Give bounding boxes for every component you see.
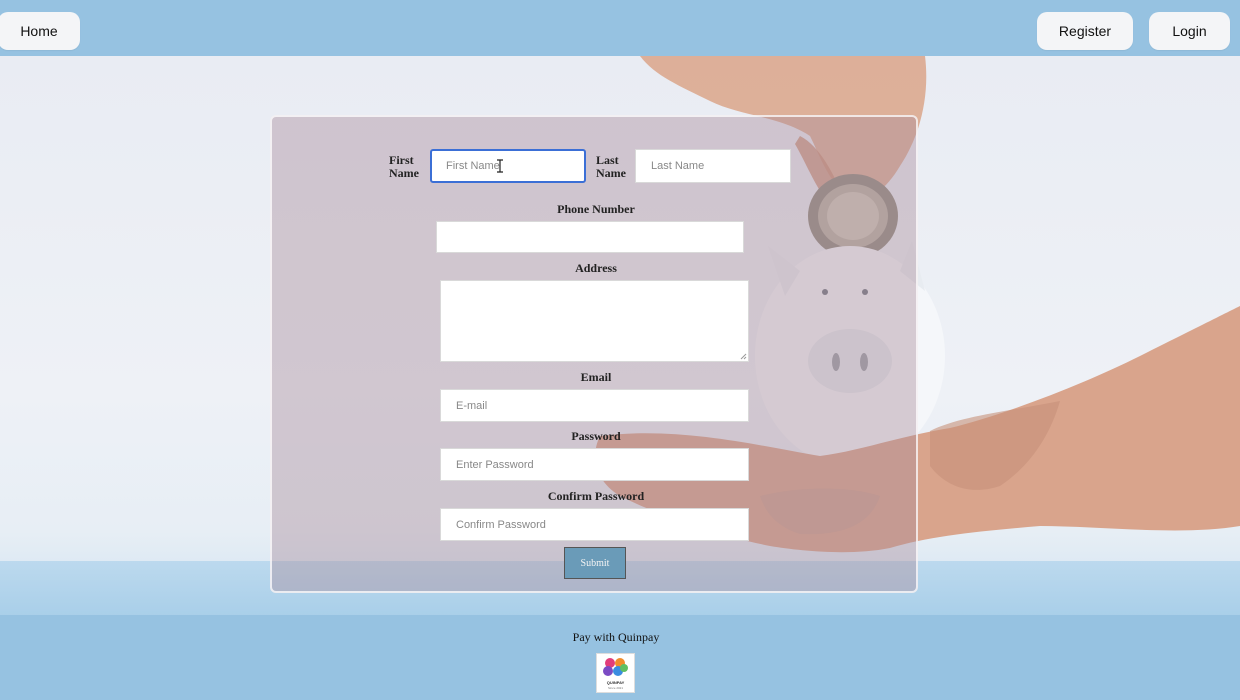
address-label: Address [575, 261, 617, 275]
footer-text: Pay with Quinpay [572, 630, 660, 644]
password-label: Password [571, 429, 621, 443]
home-button[interactable]: Home [0, 12, 80, 50]
quinpay-logo-mark [603, 658, 628, 676]
last-name-input[interactable]: Last Name [635, 149, 791, 183]
logo-tagline: Since 2021 [607, 686, 623, 690]
quinpay-logo-icon: QUINPAY Since 2021 [596, 653, 635, 693]
password-input[interactable]: Enter Password [440, 448, 749, 481]
footer: Pay with Quinpay QUINPAY Since 2021 [0, 615, 1240, 700]
submit-button[interactable]: Submit [564, 547, 626, 579]
first-name-input[interactable]: First Name [430, 149, 586, 183]
address-textarea[interactable] [440, 280, 749, 362]
confirm-password-label: Confirm Password [547, 489, 645, 503]
phone-number-label: Phone Number [557, 202, 635, 216]
text-cursor-icon [497, 159, 503, 173]
email-input[interactable]: E-mail [440, 389, 749, 422]
first-name-label: First Name [389, 153, 419, 180]
logo-wordmark: QUINPAY [606, 680, 625, 685]
registration-form: First Name First Name Last Name Last Nam… [270, 115, 918, 593]
confirm-password-input[interactable]: Confirm Password [440, 508, 749, 541]
last-name-label: Last Name [596, 153, 626, 180]
email-label: Email [580, 370, 612, 384]
top-nav-bar: Home Register Login [0, 0, 1240, 56]
login-button[interactable]: Login [1149, 12, 1230, 50]
phone-number-input[interactable] [436, 221, 744, 253]
resize-handle-icon[interactable] [740, 353, 747, 360]
register-button[interactable]: Register [1037, 12, 1133, 50]
